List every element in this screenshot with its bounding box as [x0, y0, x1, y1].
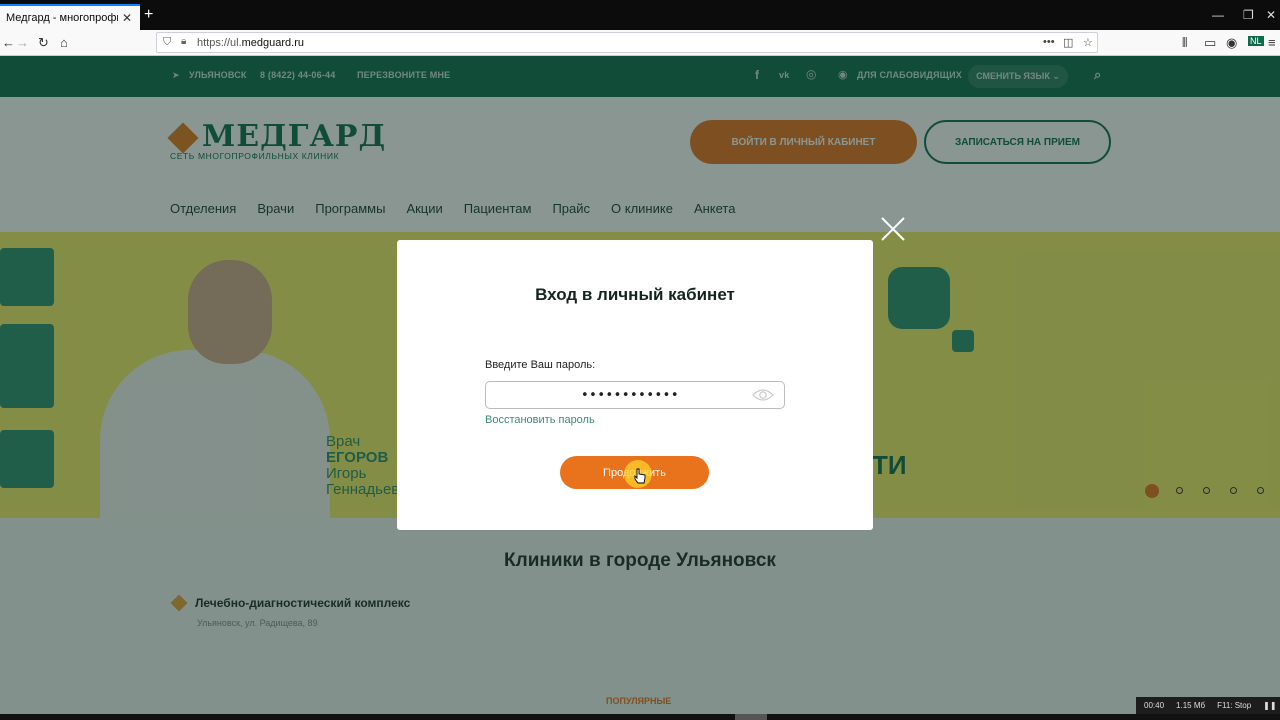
url-domain: medguard.ru [241, 36, 305, 49]
back-icon[interactable]: ← [2, 35, 15, 50]
home-icon[interactable]: ⌂ [60, 35, 68, 50]
password-input[interactable] [485, 381, 785, 409]
maximize-icon[interactable]: ❐ [1243, 8, 1254, 22]
browser-navbar: ← → ↻ ⌂ ⛉ 🔒︎ https://ul. medguard.ru ••• … [0, 30, 1280, 56]
shield-icon[interactable]: ⛉ [163, 36, 171, 49]
hand-cursor-icon [634, 468, 646, 484]
account-icon[interactable]: ◉ [1226, 35, 1237, 51]
modal-title: Вход в личный кабинет [535, 285, 735, 304]
taskbar-item[interactable] [735, 714, 767, 720]
url-bar[interactable]: ⛉ 🔒︎ https://ul. medguard.ru ••• ◫ ☆ [156, 32, 1098, 53]
more-actions-icon[interactable]: ••• [1043, 36, 1055, 48]
close-window-icon[interactable]: ✕ [1266, 8, 1276, 22]
recorder-stop[interactable]: F11: Stop [1217, 701, 1251, 710]
browser-tabbar: Медгард - многопрофильная ✕ + — ❐ ✕ [0, 0, 1280, 30]
sidebar-icon[interactable]: ▭ [1204, 35, 1216, 51]
restore-password-link[interactable]: Восстановить пароль [485, 414, 595, 426]
new-tab-button[interactable]: + [144, 6, 153, 24]
menu-icon[interactable]: ≡ [1268, 35, 1276, 50]
recorder-bar: 00:40 1.15 Мб F11: Stop ❚❚ [1136, 697, 1280, 714]
show-password-icon[interactable] [752, 388, 774, 402]
lock-icon[interactable]: 🔒︎ [181, 36, 186, 47]
os-taskbar [0, 714, 1280, 720]
pause-icon[interactable]: ❚❚ [1263, 701, 1276, 710]
extension-icon[interactable]: NL [1248, 36, 1264, 46]
library-icon[interactable]: ⫴ [1182, 35, 1187, 51]
recorder-size: 1.15 Мб [1176, 701, 1206, 710]
url-prefix: https://ul. [197, 36, 242, 49]
bookmark-star-icon[interactable]: ☆ [1083, 36, 1093, 49]
password-label: Введите Ваш пароль: [485, 359, 596, 371]
reload-icon[interactable]: ↻ [38, 35, 49, 51]
minimize-icon[interactable]: — [1212, 8, 1224, 22]
pocket-icon[interactable]: ◫ [1063, 36, 1073, 49]
browser-tab[interactable]: Медгард - многопрофильная ✕ [0, 4, 140, 30]
recorder-time: 00:40 [1144, 701, 1165, 710]
tab-title: Медгард - многопрофильная [6, 12, 118, 24]
forward-icon[interactable]: → [16, 35, 29, 50]
tab-close-icon[interactable]: ✕ [122, 11, 132, 25]
close-modal-icon[interactable] [880, 216, 906, 242]
